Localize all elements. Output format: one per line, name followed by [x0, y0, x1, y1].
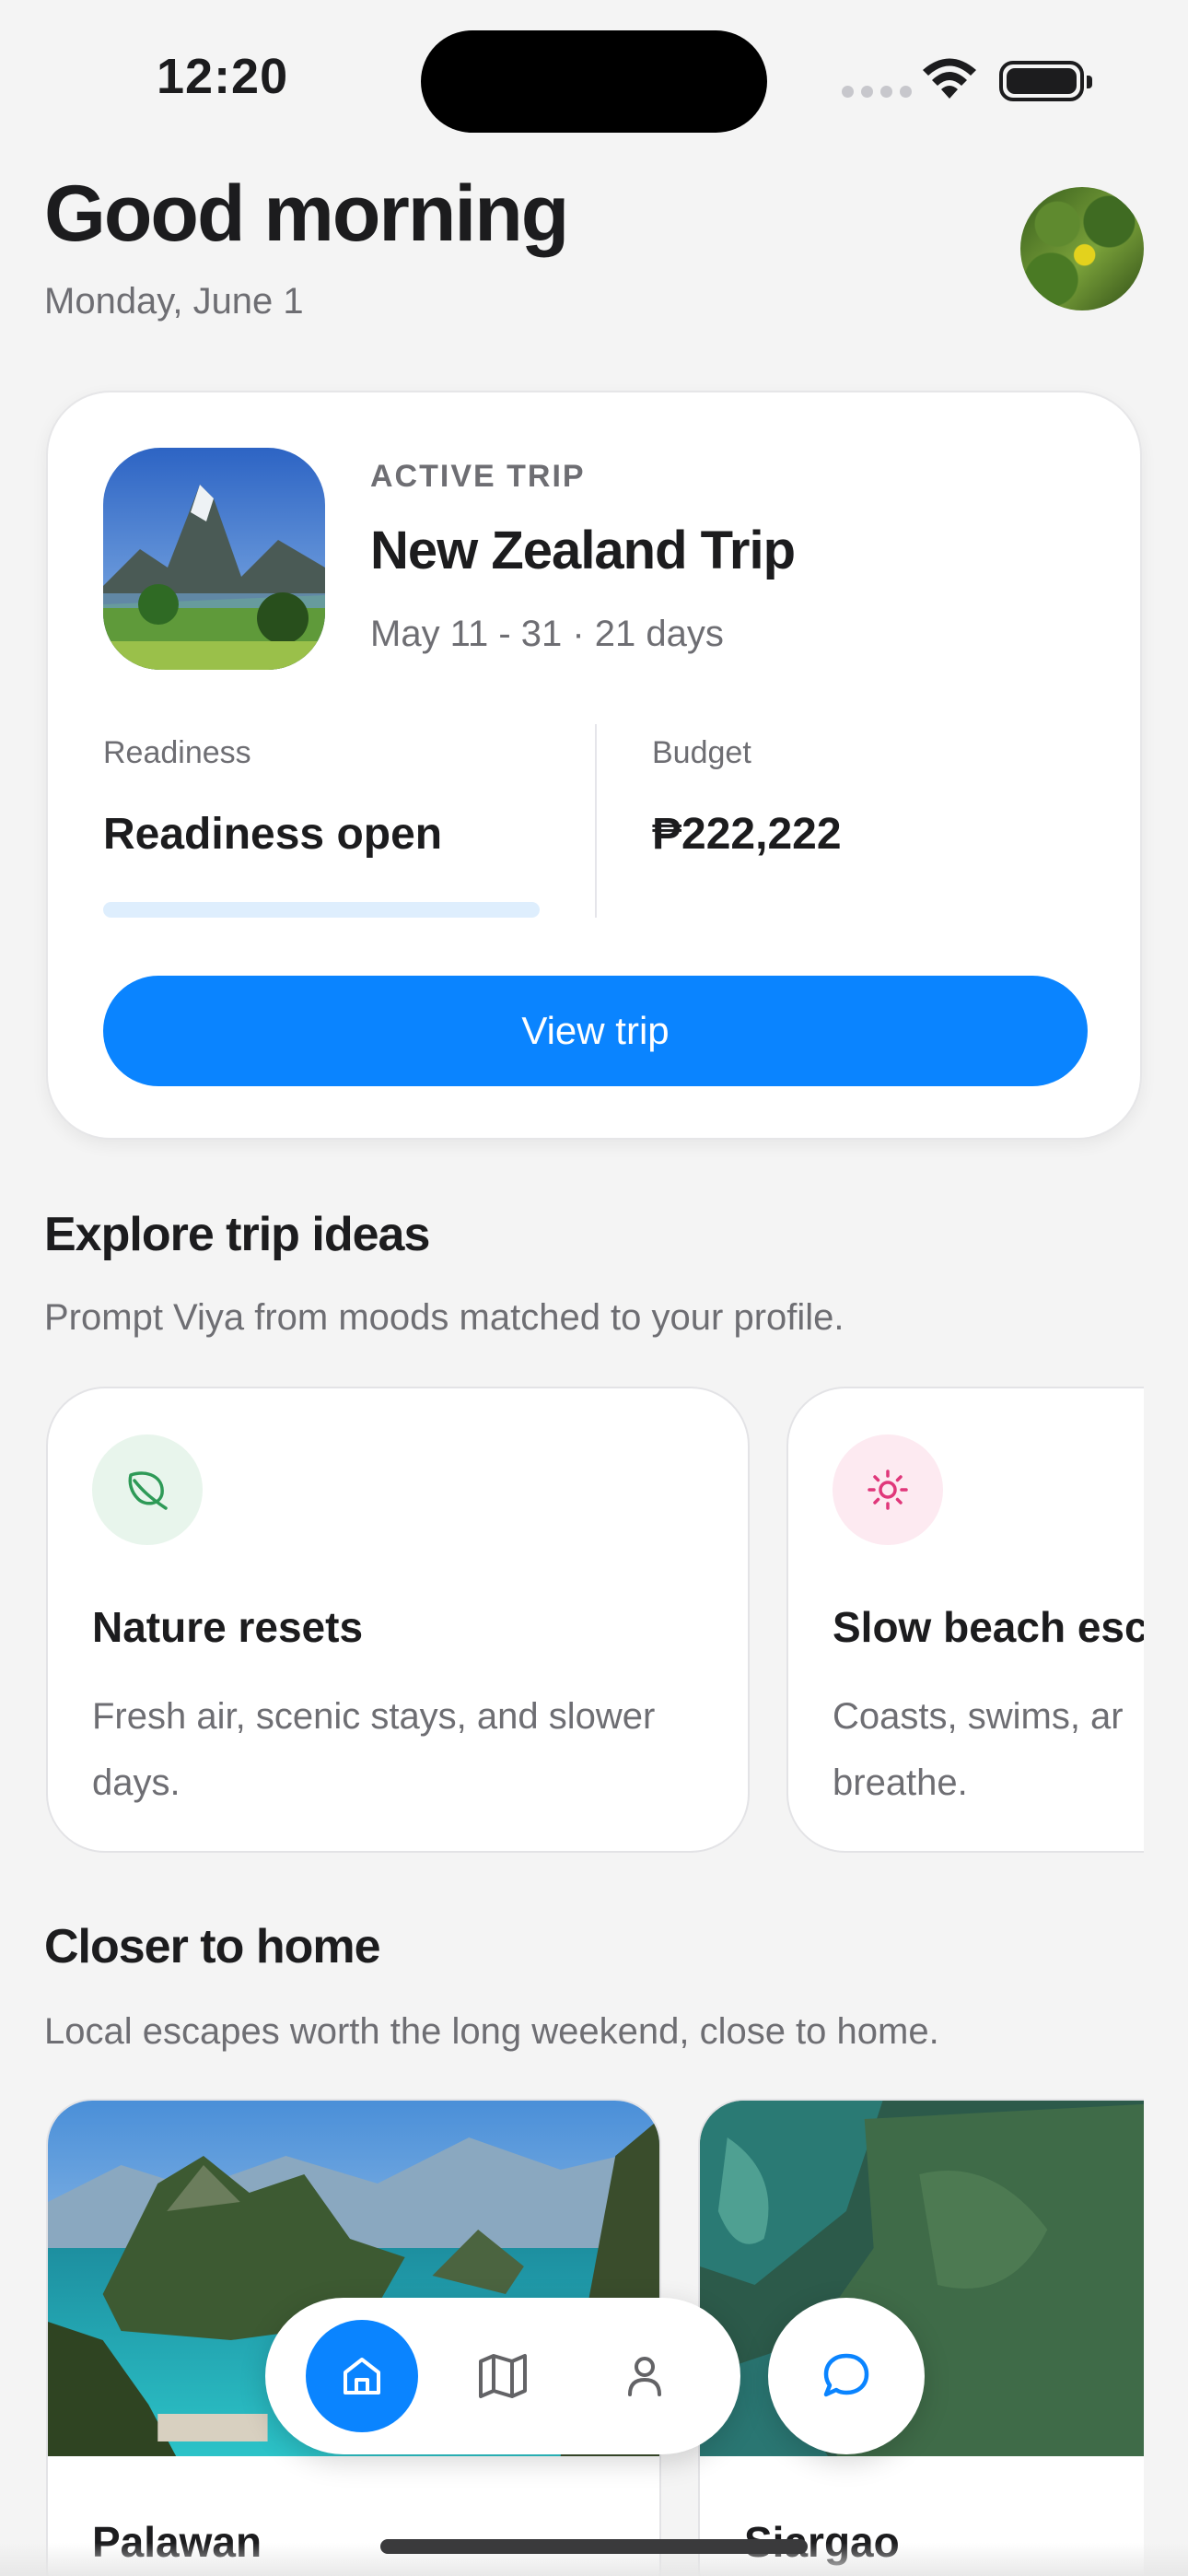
profile-icon[interactable] [588, 2320, 701, 2432]
bottom-tab-bar [265, 2298, 740, 2454]
readiness-value: Readiness open [103, 810, 443, 859]
trip-thumbnail [103, 448, 325, 670]
place-image [700, 2101, 1144, 2456]
idea-card-description: Fresh air, scenic stays, and slower days… [92, 1696, 656, 1803]
home-icon[interactable] [306, 2320, 418, 2432]
readiness-progress-bar [103, 902, 540, 918]
avatar[interactable] [1020, 187, 1144, 310]
home-section-title: Closer to home [44, 1920, 380, 1973]
trip-label: ACTIVE TRIP [370, 459, 586, 494]
greeting-title: Good morning [44, 170, 569, 258]
ideas-carousel[interactable]: Nature resets Fresh air, scenic stays, a… [0, 1387, 1144, 1856]
sun-icon [833, 1434, 943, 1545]
budget-label: Budget [652, 735, 751, 770]
chat-icon[interactable] [768, 2298, 925, 2454]
battery-icon [999, 61, 1092, 101]
idea-card-description: Coasts, swims, ar breathe. [833, 1696, 1124, 1803]
dynamic-island [421, 30, 767, 133]
trip-dates: May 11 - 31 · 21 days [370, 614, 724, 654]
active-trip-card[interactable]: ACTIVE TRIP New Zealand Trip May 11 - 31… [46, 391, 1142, 1140]
stat-divider [595, 724, 597, 918]
home-indicator[interactable] [380, 2539, 808, 2554]
status-bar: 12:20 [0, 0, 1188, 157]
place-card-siargao[interactable]: Siargao [698, 2099, 1144, 2576]
budget-value: ₱222,222 [652, 810, 842, 859]
current-date: Monday, June 1 [44, 281, 304, 322]
view-trip-button[interactable]: View trip [103, 976, 1088, 1086]
idea-card-beach[interactable]: Slow beach esc Coasts, swims, ar breathe… [786, 1387, 1144, 1853]
wifi-icon [923, 58, 976, 99]
idea-card-title: Nature resets [92, 1603, 364, 1651]
cellular-signal-icon [842, 86, 912, 98]
leaf-icon [92, 1434, 203, 1545]
ideas-section-subtitle: Prompt Viya from moods matched to your p… [44, 1297, 844, 1338]
idea-card-nature[interactable]: Nature resets Fresh air, scenic stays, a… [46, 1387, 750, 1853]
home-section-subtitle: Local escapes worth the long weekend, cl… [44, 2011, 939, 2052]
status-time: 12:20 [157, 49, 289, 104]
trip-title: New Zealand Trip [370, 521, 796, 580]
ideas-section-title: Explore trip ideas [44, 1208, 430, 1261]
readiness-label: Readiness [103, 735, 251, 770]
idea-card-title: Slow beach esc [833, 1603, 1144, 1651]
map-icon[interactable] [447, 2320, 559, 2432]
